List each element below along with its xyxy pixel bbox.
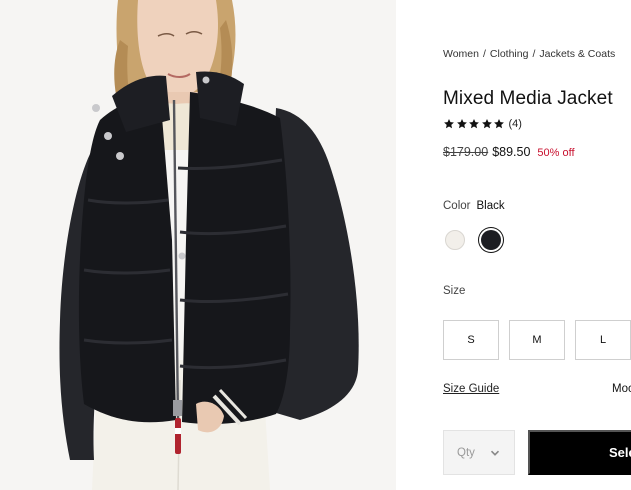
star-icon: [456, 119, 467, 129]
sale-price: $89.50: [492, 145, 531, 159]
discount-label: 50% off: [537, 147, 575, 159]
color-heading: Color: [443, 200, 471, 212]
breadcrumb-separator: /: [532, 48, 536, 60]
product-rating[interactable]: (4): [443, 118, 522, 130]
quantity-select[interactable]: Qty: [443, 430, 515, 475]
star-icon: [469, 119, 479, 129]
size-label: Size: [443, 285, 466, 297]
size-button-l[interactable]: L: [575, 320, 631, 360]
star-icon: [481, 119, 492, 129]
star-icon: [444, 119, 454, 129]
product-photo-illustration: [0, 0, 396, 490]
model-info-text: Moc: [612, 383, 631, 395]
product-title: Mixed Media Jacket: [443, 88, 613, 109]
star-icon: [494, 119, 504, 129]
size-button-s[interactable]: S: [443, 320, 499, 360]
breadcrumb-separator: /: [483, 48, 486, 60]
color-swatch-black[interactable]: [481, 230, 501, 250]
product-details: Women / Clothing / Jackets & Coats Mixed Med…: [396, 0, 631, 490]
original-price: $179.00: [443, 145, 489, 159]
size-guide-link[interactable]: Size Guide: [443, 383, 499, 395]
color-label: Color Black: [443, 200, 505, 212]
breadcrumb-link-women[interactable]: Women: [443, 48, 479, 60]
breadcrumb: Women / Clothing / Jackets & Coats: [443, 48, 615, 60]
breadcrumb-link-jackets-coats[interactable]: Jackets & Coats: [539, 48, 615, 60]
chevron-down-icon: [490, 450, 500, 456]
price-block: $179.00 $89.50 50% off: [443, 145, 575, 159]
quantity-placeholder: Qty: [457, 446, 475, 459]
breadcrumb-link-clothing[interactable]: Clothing: [490, 48, 529, 60]
select-size-button[interactable]: Sele: [528, 430, 631, 475]
selected-color-name: Black: [476, 200, 505, 212]
color-swatch-ivory[interactable]: [445, 230, 465, 250]
size-button-m[interactable]: M: [509, 320, 565, 360]
product-image: [0, 0, 396, 490]
rating-stars: [443, 118, 506, 130]
review-count: (4): [508, 118, 522, 130]
